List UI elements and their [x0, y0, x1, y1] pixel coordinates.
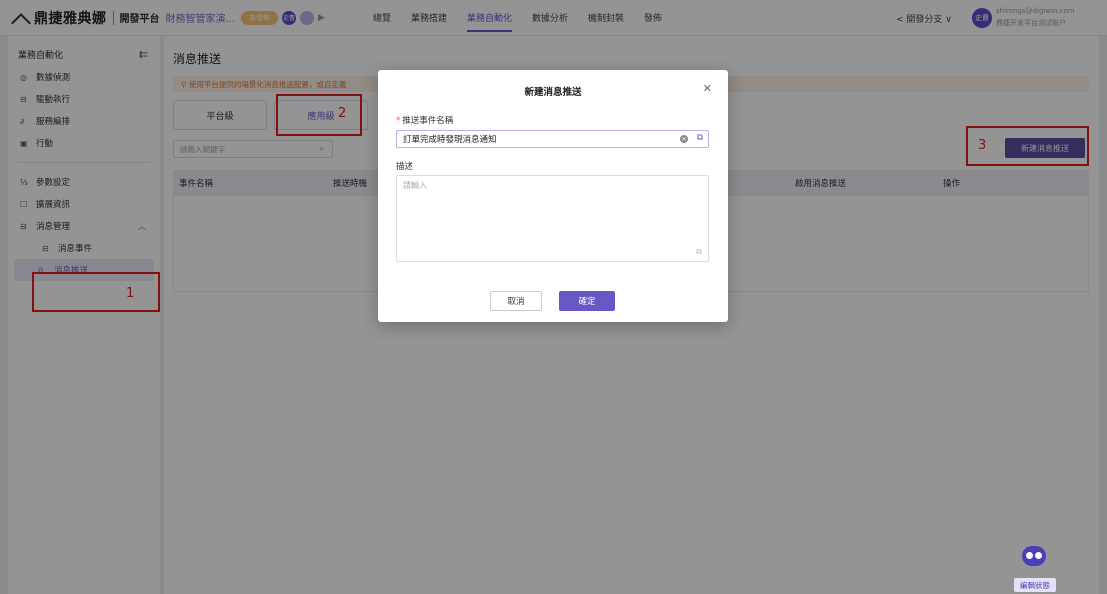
description-placeholder: 請輸入 — [403, 181, 427, 190]
clear-icon[interactable]: ✕ — [680, 135, 688, 143]
event-name-input[interactable]: 訂單完成時發現消息通知 ✕ ⧉ — [396, 130, 709, 148]
event-name-value: 訂單完成時發現消息通知 — [403, 135, 497, 145]
edit-state-label[interactable]: 編輯狀態 — [1014, 578, 1056, 592]
translate-icon[interactable]: ⧉ — [696, 247, 702, 257]
event-name-label: * 推送事件名稱 — [396, 114, 453, 126]
required-marker: * — [396, 116, 401, 126]
event-name-label-text: 推送事件名稱 — [402, 116, 454, 126]
cancel-button[interactable]: 取消 — [490, 291, 542, 311]
confirm-button[interactable]: 確定 — [559, 291, 615, 311]
dialog-title: 新建消息推送 — [524, 87, 582, 98]
new-message-push-dialog: 新建消息推送 ✕ * 推送事件名稱 訂單完成時發現消息通知 ✕ ⧉ 描述 請輸入 … — [378, 70, 728, 322]
description-label: 描述 — [396, 162, 414, 172]
description-textarea[interactable]: 請輸入 ⧉ — [396, 175, 709, 262]
close-icon[interactable]: ✕ — [703, 82, 712, 95]
translate-icon[interactable]: ⧉ — [697, 133, 703, 143]
assistant-mascot-icon[interactable] — [1022, 546, 1046, 566]
